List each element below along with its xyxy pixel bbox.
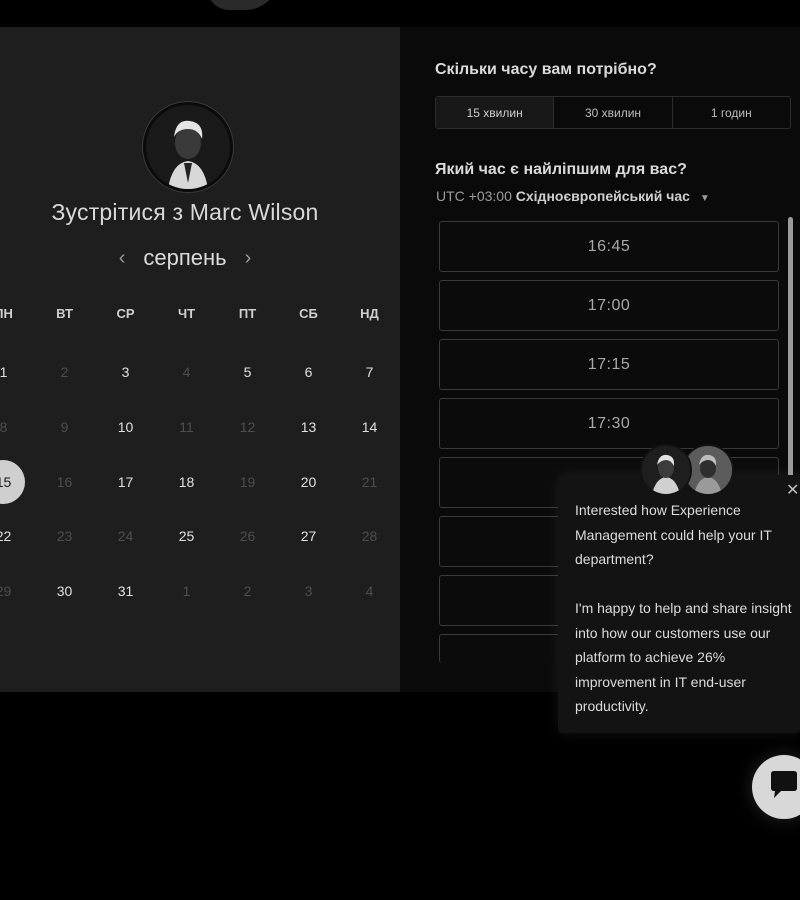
calendar-day[interactable]: 18 — [156, 455, 217, 509]
calendar-day: 4 — [182, 364, 191, 380]
agent-avatar — [640, 444, 692, 496]
weekday-thu: ЧТ — [177, 306, 196, 321]
weekday-mon: ПН — [0, 306, 13, 321]
calendar-day: 23 — [56, 528, 73, 544]
calendar-day[interactable]: 20 — [278, 455, 339, 509]
calendar-day[interactable]: 10 — [95, 400, 156, 454]
calendar-day[interactable]: 22 — [0, 509, 34, 563]
calendar-day: 3 — [304, 583, 313, 599]
time-question: Який час є найліпшим для вас? — [435, 161, 687, 178]
weekday-fri: ПТ — [238, 306, 257, 321]
calendar-day[interactable]: 5 — [217, 345, 278, 399]
calendar-day[interactable]: 13 — [278, 400, 339, 454]
calendar-day: 21 — [361, 474, 378, 490]
calendar-week: 1 2 3 4 567 — [0, 345, 400, 399]
duration-question: Скільки часу вам потрібно? — [435, 61, 657, 78]
calendar-day: 2 — [60, 364, 69, 380]
timezone-selector[interactable]: UTC +03:00 Східноєвропейський час ▼ — [436, 188, 710, 204]
calendar-day: 24 — [117, 528, 134, 544]
chevron-right-icon[interactable]: › — [245, 247, 252, 270]
calendar-day: 29 — [0, 583, 12, 599]
duration-30-tab[interactable]: 30 хвилин — [553, 97, 671, 128]
chat-popup: Interested how Experience Management cou… — [558, 475, 800, 733]
time-slot-button[interactable]: 17:00 — [439, 280, 779, 331]
chat-message-line-1: Interested how Experience Management cou… — [575, 502, 772, 567]
timezone-name: Східноєвропейський час — [515, 188, 690, 204]
calendar-day: 16 — [56, 474, 73, 490]
calendar-day: 4 — [365, 583, 374, 599]
month-navigator: ‹ серпень › — [0, 245, 370, 271]
time-slot-button[interactable]: 17:15 — [439, 339, 779, 390]
calendar-day[interactable]: 31 — [95, 564, 156, 618]
chat-launcher-button[interactable] — [752, 755, 800, 819]
chat-message: Interested how Experience Management cou… — [575, 498, 797, 719]
calendar-day-selected[interactable]: 15 — [0, 455, 34, 509]
duration-15-tab[interactable]: 15 хвилин — [436, 97, 554, 128]
weekday-sun: НД — [360, 306, 379, 321]
timezone-offset: UTC +03:00 — [436, 188, 512, 204]
calendar-week: 15 16 1718 19 20 21 — [0, 455, 400, 509]
calendar-day: 28 — [361, 528, 378, 544]
duration-60-tab[interactable]: 1 годин — [671, 97, 790, 128]
chat-message-line-2: I'm happy to help and share insight into… — [575, 600, 792, 714]
month-label: серпень — [143, 245, 227, 270]
calendar-week: 29 3031 1 2 3 4 — [0, 564, 400, 618]
chevron-left-icon[interactable]: ‹ — [119, 247, 126, 270]
chat-bubble-icon — [767, 768, 800, 807]
calendar-day: 1 — [182, 583, 191, 599]
caret-down-icon: ▼ — [699, 193, 710, 204]
weekday-header: ПН ВТ СР ЧТ ПТ СБ НД — [0, 306, 400, 321]
calendar-day[interactable]: 6 — [278, 345, 339, 399]
host-avatar — [143, 102, 233, 192]
calendar-day: 9 — [60, 419, 69, 435]
calendar-day: 26 — [239, 528, 256, 544]
calendar-day: 11 — [179, 419, 194, 435]
calendar-week: 22 23 24 25 26 27 28 — [0, 509, 400, 563]
calendar-day: 2 — [243, 583, 252, 599]
calendar-day[interactable]: 30 — [34, 564, 95, 618]
calendar-day: 19 — [239, 474, 256, 490]
weekday-sat: СБ — [299, 306, 318, 321]
top-tab-shape — [202, 0, 280, 10]
calendar-day: 12 — [239, 419, 256, 435]
duration-tabs: 15 хвилин 30 хвилин 1 годин — [435, 96, 791, 129]
weekday-wed: СР — [116, 306, 135, 321]
calendar-day[interactable]: 1 — [0, 345, 34, 399]
scrollbar-thumb[interactable] — [788, 217, 793, 487]
calendar-week: 8 9 10 11 12 13 14 — [0, 400, 400, 454]
close-icon[interactable]: ✕ — [786, 480, 799, 500]
meeting-title: Зустрітися з Marc Wilson — [51, 199, 319, 225]
calendar-day[interactable]: 14 — [339, 400, 400, 454]
calendar-panel: Зустрітися з Marc Wilson ‹ серпень › ПН … — [0, 27, 400, 692]
time-slot-button[interactable]: 17:30 — [439, 398, 779, 449]
calendar-day[interactable]: 3 — [95, 345, 156, 399]
calendar-day[interactable]: 27 — [278, 509, 339, 563]
chat-agent-avatars — [640, 444, 734, 496]
weekday-tue: ВТ — [56, 306, 73, 321]
calendar-day[interactable]: 7 — [339, 345, 400, 399]
calendar-day[interactable]: 17 — [95, 455, 156, 509]
calendar-day[interactable]: 25 — [156, 509, 217, 563]
time-slot-button[interactable]: 16:45 — [439, 221, 779, 272]
calendar-day: 8 — [0, 419, 8, 435]
